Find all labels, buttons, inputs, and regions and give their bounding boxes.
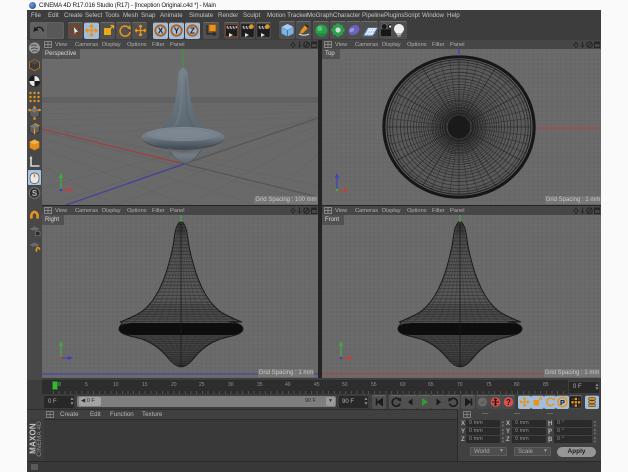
svg-text:P: P	[560, 398, 565, 407]
svg-text:?: ?	[506, 398, 511, 407]
svg-text:Z: Z	[190, 26, 195, 35]
svg-text:Y: Y	[173, 26, 179, 35]
svg-text:X: X	[157, 26, 163, 35]
svg-text:S: S	[32, 189, 38, 198]
